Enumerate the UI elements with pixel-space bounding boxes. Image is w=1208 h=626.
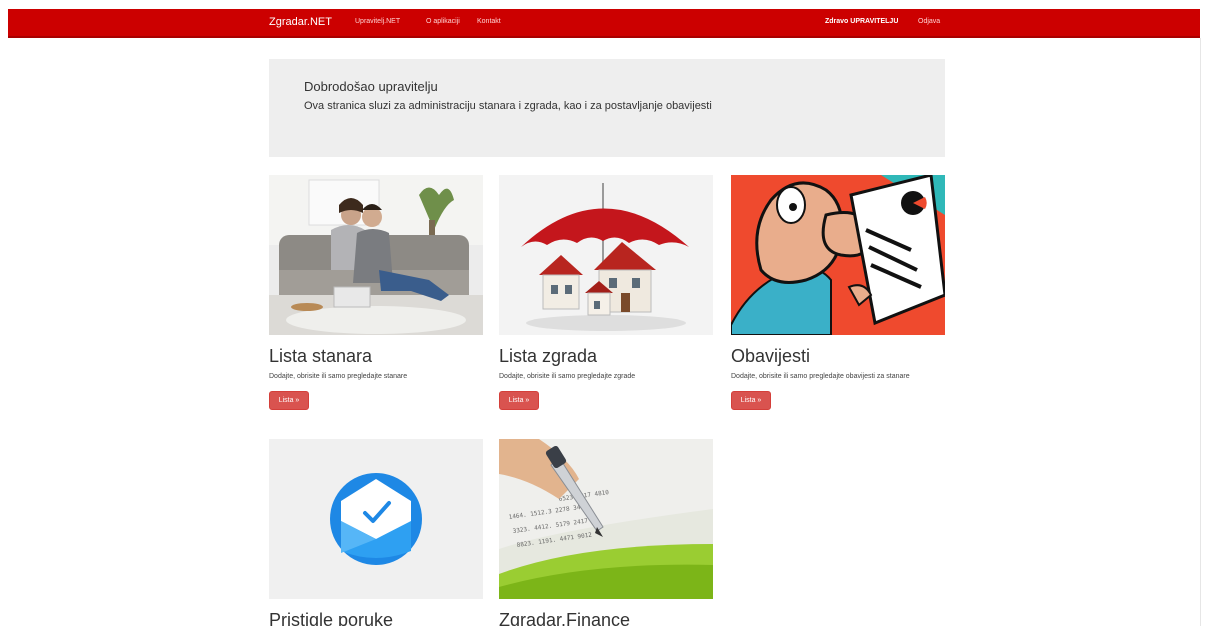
card-description: Dodajte, obrisite ili samo pregledajte s…: [269, 373, 408, 380]
finance-photo: 1464. 1512.3 2278 3498 3323. 4412. 5179 …: [499, 439, 713, 599]
obavijesti-button[interactable]: Lista »: [731, 391, 771, 410]
brand-link[interactable]: Zgradar.NET: [269, 16, 332, 28]
buildings-photo: [499, 175, 713, 335]
lista-zgrada-button[interactable]: Lista »: [499, 391, 539, 410]
lista-stanara-button[interactable]: Lista »: [269, 391, 309, 410]
card-title: Zgradar.Finance: [499, 610, 631, 626]
card-title: Obavijesti: [731, 346, 811, 366]
page-scroll-edge: [1200, 38, 1208, 626]
card-title: Lista stanara: [269, 346, 373, 366]
nav-link-o-aplikaciji[interactable]: O aplikaciji: [426, 18, 460, 25]
card-description: Dodajte, obrisite ili samo pregledajte z…: [499, 373, 636, 380]
logout-link[interactable]: Odjava: [918, 18, 940, 25]
welcome-jumbotron: Dobrodošao upravitelju Ova stranica sluz…: [269, 59, 945, 157]
card-title: Lista zgrada: [499, 346, 598, 366]
nav-link-upravitelj[interactable]: Upravitelj.NET: [355, 18, 400, 25]
welcome-text: Ova stranica sluzi za administraciju sta…: [304, 100, 712, 112]
top-navbar: Zgradar.NET Upravitelj.NET O aplikaciji …: [8, 9, 1200, 38]
welcome-title: Dobrodošao upravitelju: [304, 79, 438, 94]
user-greeting[interactable]: Zdravo UPRAVITELJU: [825, 18, 898, 25]
tenants-photo: [269, 175, 483, 335]
card-title: Pristigle poruke: [269, 610, 394, 626]
messages-illustration: [269, 439, 483, 599]
card-description: Dodajte, obrisite ili samo pregledajte o…: [731, 373, 910, 380]
notices-illustration: [731, 175, 945, 335]
nav-link-kontakt[interactable]: Kontakt: [477, 18, 501, 25]
